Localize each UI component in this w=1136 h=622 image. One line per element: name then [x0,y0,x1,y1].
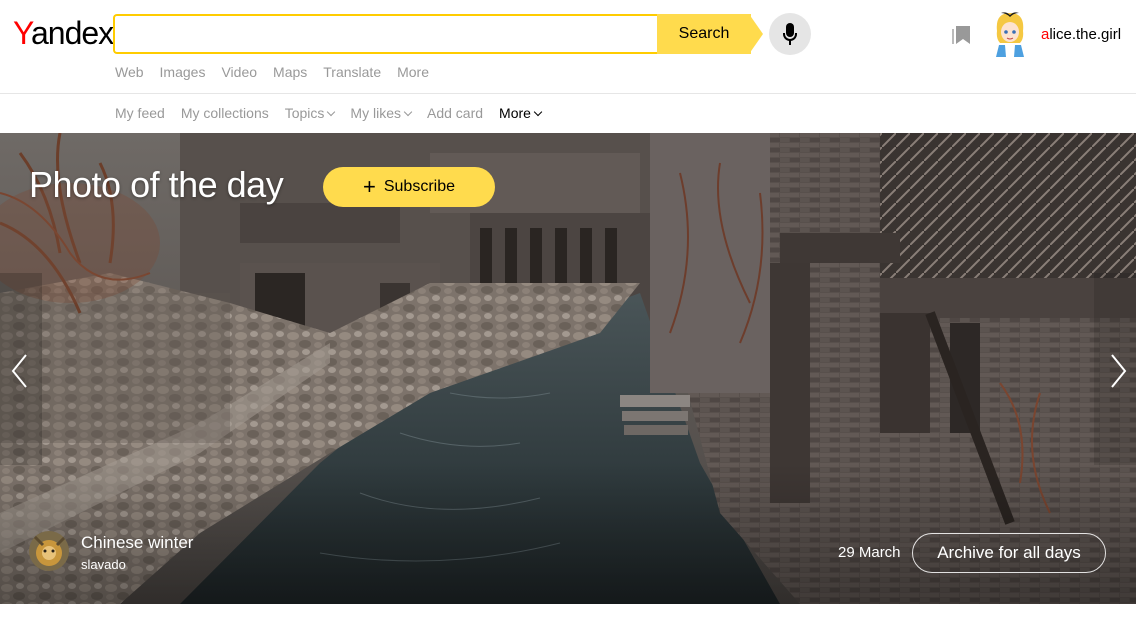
user-avatar[interactable] [991,11,1029,57]
subscribe-label: Subscribe [383,178,455,195]
photo-title-link[interactable]: Chinese winter [81,533,193,553]
search-input[interactable] [113,14,659,54]
search-button-arrow [749,14,763,54]
service-link-maps[interactable]: Maps [273,64,307,80]
author-avatar[interactable] [29,531,69,571]
nav-item-label: My likes [350,105,401,121]
nav-item-my-collections[interactable]: My collections [181,105,269,121]
username-rest: lice.the.girl [1049,26,1122,43]
search-button[interactable]: Search [657,14,751,54]
chevron-down-icon [403,107,413,117]
service-link-more[interactable]: More [397,64,429,80]
yandex-logo[interactable]: Yandex [13,13,114,53]
microphone-icon [783,23,797,45]
service-link-video[interactable]: Video [221,64,257,80]
photo-of-the-day-banner: Photo of the day + Subscribe Chinese wint… [0,133,1136,604]
search-form: Search [113,14,763,54]
nav-item-label: My feed [115,105,165,121]
chevron-down-icon [327,107,336,117]
hero-title: Photo of the day [29,164,284,205]
next-photo-button[interactable] [1094,273,1136,465]
chevron-left-icon [11,354,27,388]
archive-button[interactable]: Archive for all days [912,533,1106,573]
photo-date: 29 March [838,544,901,561]
nav-item-my-likes[interactable]: My likes [350,105,413,121]
author-avatar-image [29,531,69,571]
service-link-web[interactable]: Web [115,64,144,80]
chevron-down-icon [533,107,543,117]
nav-item-my-feed[interactable]: My feed [115,105,165,121]
nav-item-topics[interactable]: Topics [284,105,336,121]
username-link[interactable]: alice.the.girl [1041,26,1121,43]
chevron-right-icon [1111,354,1127,388]
voice-search-button[interactable] [769,13,811,55]
nav-item-label: Topics [284,105,325,121]
nav-item-label: More [499,105,531,121]
alice-avatar-icon [996,12,1024,57]
bookmark-icon [952,26,970,44]
header: Yandex Search alice.the.girl Web Images … [0,0,1136,94]
nav-item-more[interactable]: More [499,105,543,121]
nav-item-label: Add card [426,105,484,121]
service-link-images[interactable]: Images [160,64,206,80]
service-link-translate[interactable]: Translate [323,64,381,80]
collections-nav: My feed My collections Topics My likes Add c… [115,105,557,121]
subscribe-button[interactable]: + Subscribe [323,167,495,207]
collections-button[interactable] [950,26,972,51]
nav-item-add-card[interactable]: Add card [427,105,483,121]
logo-rest: andex [30,15,114,51]
nav-item-label: My collections [180,105,269,121]
logo-first-letter: Y [13,15,32,51]
previous-photo-button[interactable] [0,273,42,465]
plus-icon: + [362,174,376,199]
author-name-link[interactable]: slavado [81,557,126,572]
services-nav: Web Images Video Maps Translate More [115,64,445,80]
